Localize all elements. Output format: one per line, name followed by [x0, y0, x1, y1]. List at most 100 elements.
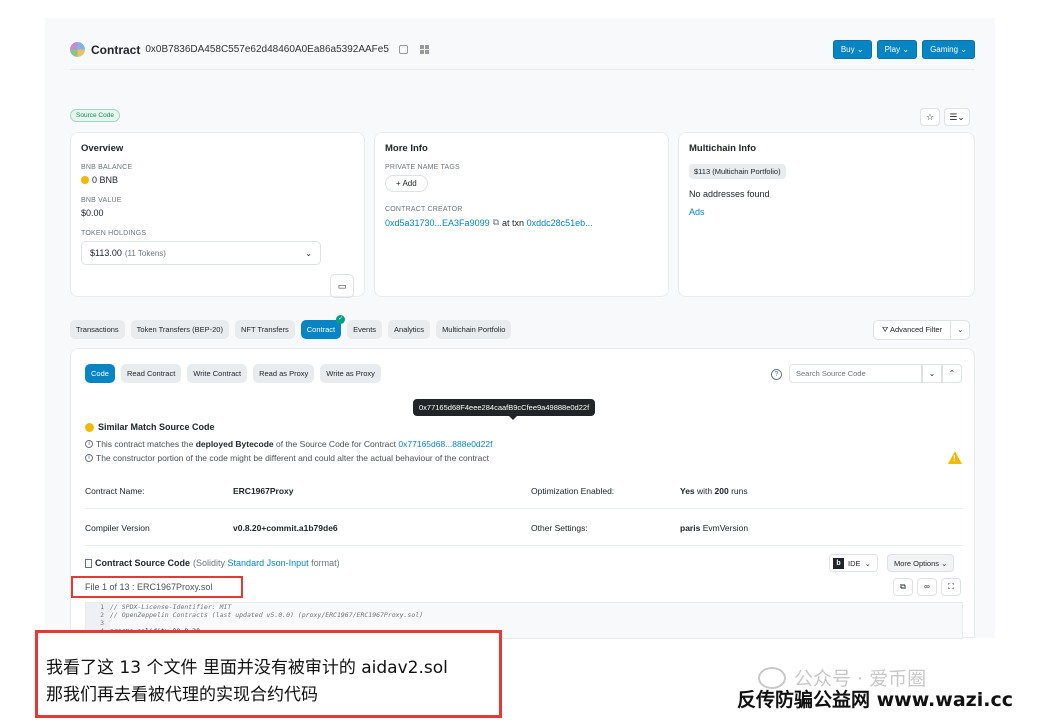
main-tabs: Transactions Token Transfers (BEP-20) NF…	[70, 315, 512, 339]
file-icon	[85, 558, 92, 568]
more-options-label: More Options	[894, 559, 940, 568]
multichain-title: Multichain Info	[689, 143, 757, 154]
other-settings-value: paris EvmVersion	[680, 523, 748, 533]
chevron-down-icon[interactable]: ⌄	[922, 364, 942, 383]
standard-json-link[interactable]: Standard Json-Input	[228, 558, 309, 568]
line1-pre: This contract matches the	[96, 439, 194, 449]
header-buttons: Buy ⌄ Play ⌄ Gaming ⌄	[832, 40, 975, 59]
overview-title: Overview	[81, 143, 124, 154]
etherscan-page: Contract 0x0B7836DA458C557e62d48460A0Ea8…	[45, 18, 995, 639]
similar-match-line2: i The constructor portion of the code mi…	[85, 453, 489, 463]
copy-icon[interactable]: ⧉	[893, 578, 913, 596]
tab-analytics[interactable]: Analytics	[388, 320, 431, 339]
header-tools: ☆ ☰⌄	[920, 108, 970, 126]
source-code-badge: Source Code	[70, 109, 120, 122]
link-icon[interactable]: ∞	[917, 578, 937, 596]
compiler-value: v0.8.20+commit.a1b79de6	[233, 523, 338, 533]
chevron-up-icon[interactable]: ⌃	[942, 364, 962, 383]
format-pre: (Solidity	[193, 558, 226, 568]
multichain-portfolio-tag[interactable]: $113 (Multichain Portfolio)	[689, 164, 786, 179]
tab-events[interactable]: Events	[347, 320, 383, 339]
token-holdings-value: $113.00	[90, 248, 122, 258]
contract-subtabs: Code Read Contract Write Contract Read a…	[85, 364, 381, 383]
token-count: (11 Tokens)	[124, 248, 166, 258]
search-source-input[interactable]: Search Source Code	[789, 364, 922, 383]
tab-transactions[interactable]: Transactions	[70, 320, 125, 339]
file-label: File 1 of 13 : ERC1967Proxy.sol	[71, 576, 243, 598]
ads-link[interactable]: Ads	[689, 207, 964, 217]
line1-mid: of the Source Code for Contract	[276, 439, 397, 449]
star-icon[interactable]: ☆	[920, 108, 940, 126]
code-line: 2// OpenZeppelin Contracts (last updated…	[86, 611, 962, 619]
tab-multichain-portfolio[interactable]: Multichain Portfolio	[436, 320, 512, 339]
token-holdings-dropdown[interactable]: $113.00 (11 Tokens) ⌄	[81, 241, 321, 265]
compiler-label: Compiler Version	[85, 523, 150, 533]
help-icon[interactable]: ?	[771, 369, 782, 380]
warning-dot-icon	[85, 422, 94, 432]
verified-check-icon: ✓	[336, 315, 346, 324]
tab-nft-transfers[interactable]: NFT Transfers	[234, 320, 295, 339]
source-code-title: Contract Source Code (Solidity Standard …	[85, 558, 340, 568]
subtab-read-as-proxy[interactable]: Read as Proxy	[253, 364, 315, 383]
ide-label: IDE	[848, 558, 861, 568]
watermark-site: 反传防骗公益网 www.wazi.cc	[737, 689, 1013, 711]
wallet-icon[interactable]: ▭	[330, 274, 354, 298]
buy-button[interactable]: Buy ⌄	[832, 40, 872, 59]
subtab-code[interactable]: Code	[85, 364, 115, 383]
copy-icon[interactable]: ⧉	[493, 217, 499, 228]
advanced-filter-button[interactable]: ⛛ Advanced Filter	[873, 320, 952, 340]
qr-code-icon[interactable]	[419, 45, 429, 54]
list-menu-icon[interactable]: ☰⌄	[944, 108, 970, 126]
ide-logo-icon: b	[833, 557, 844, 569]
matched-contract-link[interactable]: 0x77165d68...888e0d22f	[398, 439, 492, 449]
play-button[interactable]: Play ⌄	[876, 40, 918, 59]
ide-dropdown[interactable]: b IDE ⌄	[829, 554, 878, 572]
tab-token-transfers[interactable]: Token Transfers (BEP-20)	[130, 320, 229, 339]
address-tooltip: 0x77165d68F4eee284caafB9cCfee9a49888e0d2…	[413, 399, 596, 420]
similar-match-title: Similar Match Source Code	[85, 422, 215, 432]
gaming-button[interactable]: Gaming ⌄	[922, 40, 975, 59]
more-options-dropdown[interactable]: More Options ⌄	[887, 554, 955, 572]
more-info-title: More Info	[385, 143, 428, 154]
contract-name-row: Contract Name: ERC1967Proxy Optimization…	[85, 473, 963, 509]
subtab-write-as-proxy[interactable]: Write as Proxy	[320, 364, 381, 383]
source-title-label: Contract Source Code	[95, 558, 191, 568]
chevron-down-icon: ⌄	[305, 248, 312, 258]
page-title: Contract	[91, 42, 141, 57]
contract-address: 0x0B7836DA458C557e62d48460A0Ea86a5392AAF…	[145, 44, 389, 55]
optimization-yes: Yes	[680, 486, 695, 496]
line2-text: The constructor portion of the code migh…	[96, 453, 489, 463]
info-icon: i	[85, 440, 93, 448]
optimization-value: Yes with 200 runs	[680, 486, 748, 496]
copy-icon[interactable]	[398, 45, 408, 54]
advanced-filter-label: Advanced Filter	[889, 325, 943, 334]
filter-icon: ⛛	[882, 325, 890, 334]
tab-contract[interactable]: Contract ✓	[300, 315, 346, 339]
chevron-down-icon[interactable]: ⌄	[951, 320, 971, 340]
similar-match-label: Similar Match Source Code	[98, 422, 215, 432]
creator-label: CONTRACT CREATOR	[385, 206, 463, 213]
add-tag-button[interactable]: + Add	[385, 175, 428, 192]
annotation-note: 我看了这 13 个文件 里面并没有被审计的 aidav2.sol 那我们再去看被…	[35, 630, 502, 718]
at-txn-text: at txn	[502, 217, 525, 228]
file-tools: ⧉ ∞ ⛶	[893, 578, 961, 596]
info-icon: i	[85, 454, 93, 462]
bnb-balance: 0 BNB	[92, 175, 119, 185]
format-post: format)	[311, 558, 340, 568]
bnb-value-label: BNB VALUE	[81, 197, 122, 204]
subtab-read-contract[interactable]: Read Contract	[120, 364, 182, 383]
evm-suffix: EvmVersion	[702, 523, 749, 533]
optimization-label: Optimization Enabled:	[531, 486, 615, 496]
bnb-coin-icon	[81, 176, 89, 184]
no-addresses-text: No addresses found	[689, 189, 770, 199]
bnb-value: $0.00	[81, 208, 104, 218]
creation-txn-link[interactable]: 0xddc28c51eb...	[527, 218, 593, 228]
creator-link[interactable]: 0xd5a31730...EA3Fa9099	[385, 218, 490, 228]
line1-bold: deployed Bytecode	[195, 439, 274, 449]
note-line2: 那我们再去看被代理的实现合约代码	[46, 685, 318, 705]
code-line: 1// SPDX-License-Identifier: MIT	[86, 603, 962, 611]
code-line: 3	[86, 619, 962, 627]
subtab-write-contract[interactable]: Write Contract	[187, 364, 248, 383]
expand-icon[interactable]: ⛶	[941, 578, 961, 596]
contract-logo-icon	[70, 42, 85, 57]
